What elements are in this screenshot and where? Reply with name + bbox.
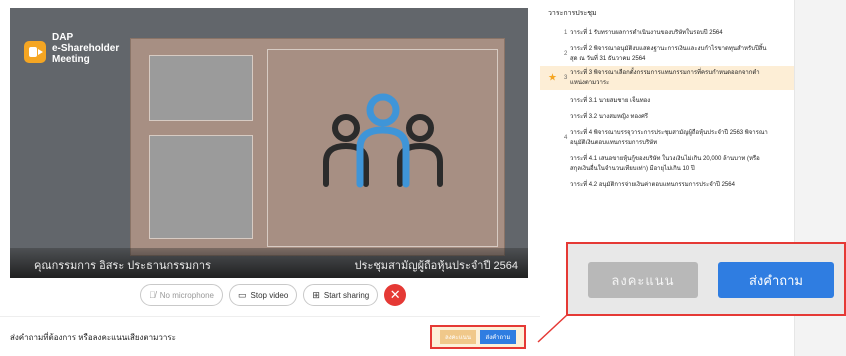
agenda-item[interactable]: 2 วาระที่ 2 พิจารณาอนุมัติงบแสดงฐานะการเ…: [540, 42, 794, 66]
question-prompt: ส่งคำถามที่ต้องการ หรือลงคะแนนเสียงตามวา…: [10, 333, 176, 342]
logo-line-2: e-Shareholder: [52, 43, 120, 54]
logo-line-3: Meeting: [52, 54, 90, 65]
agenda-number: 2: [564, 51, 568, 57]
agenda-line: วาระที่ 2 พิจารณาอนุมัติงบแสดงฐานะการเงิ…: [570, 46, 767, 52]
vote-panel-zoom: ลงคะแนน ส่งคำถาม: [566, 242, 846, 316]
agenda-title: วาระการประชุม: [548, 10, 597, 17]
agenda-line: วาระที่ 1 รับทราบผลการดำเนินงานของบริษัท…: [570, 30, 723, 36]
agenda-line: วาระที่ 3.1 นายสมชาย เจ็นทอง: [570, 98, 651, 104]
participant-tile-2: [149, 135, 253, 239]
agenda-line: วาระที่ 4 พิจารณาบรรจุวาระการประชุมสามัญ…: [570, 130, 768, 136]
vote-button-small[interactable]: ลงคะแนน: [440, 330, 476, 344]
microphone-button[interactable]: 🎙̸ No microphone: [140, 284, 223, 306]
start-sharing-button[interactable]: ⊞ Start sharing: [303, 284, 379, 306]
agenda-number: 4: [564, 135, 568, 141]
video-logo-icon: [24, 41, 46, 63]
question-actions-highlight: ลงคะแนน ส่งคำถาม: [430, 325, 526, 349]
call-controls: 🎙̸ No microphone ▭ Stop video ⊞ Start sh…: [140, 284, 407, 306]
agenda-line: วาระที่ 4.2 อนุมัติการจ่ายเงินค่าตอบแทนก…: [570, 182, 735, 188]
participant-tile-1: [149, 55, 253, 121]
agenda-item[interactable]: วาระที่ 4.2 อนุมัติการจ่ายเงินค่าตอบแทนก…: [540, 178, 794, 192]
video-stream: DAP e-Shareholder Meeting คุณกรรมการ อิส…: [10, 8, 528, 278]
participant-grid: [130, 38, 505, 256]
microphone-label: No microphone: [159, 290, 214, 300]
agenda-line: สกุลเงินอื่นในจำนวนเทียบเท่า) มีอายุไม่เ…: [570, 166, 695, 172]
agenda-item[interactable]: วาระที่ 3.2 นางสมหญิง ทองศรี: [540, 110, 794, 124]
send-question-button-small[interactable]: ส่งคำถาม: [480, 330, 516, 344]
agenda-item[interactable]: 1 วาระที่ 1 รับทราบผลการดำเนินงานของบริษ…: [540, 26, 794, 40]
meeting-title: ประชุมสามัญผู้ถือหุ้นประจำปี 2564: [354, 260, 518, 272]
question-bar: ส่งคำถามที่ต้องการ หรือลงคะแนนเสียงตามวา…: [0, 316, 540, 356]
vote-button[interactable]: ลงคะแนน: [588, 262, 698, 298]
logo-line-1: DAP: [52, 32, 74, 43]
screen-share-icon: ⊞: [312, 289, 320, 300]
agenda-number: 1: [564, 30, 568, 36]
app-logo: DAP e-Shareholder Meeting: [24, 32, 119, 65]
agenda-line: แหน่งตามวาระ: [570, 80, 610, 86]
agenda-item[interactable]: วาระที่ 4.1 เสนอขายหุ้นกู้ของบริษัท ในวง…: [540, 152, 794, 176]
agenda-line: วาระที่ 3.2 นางสมหญิง ทองศรี: [570, 114, 649, 120]
stop-video-button[interactable]: ▭ Stop video: [229, 284, 298, 306]
microphone-off-icon: 🎙̸: [149, 289, 156, 300]
end-call-icon: ✕: [389, 287, 401, 303]
people-group-icon: [323, 93, 443, 188]
agenda-line: วาระที่ 4.1 เสนอขายหุ้นกู้ของบริษัท ในวง…: [570, 156, 760, 162]
star-icon: ★: [548, 72, 557, 84]
video-panel: DAP e-Shareholder Meeting คุณกรรมการ อิส…: [0, 0, 540, 356]
video-caption-bar: คุณกรรมการ อิสระ ประธานกรรมการ ประชุมสาม…: [10, 248, 528, 278]
agenda-line: สุด ณ วันที่ 31 ธันวาคม 2564: [570, 56, 646, 62]
speaker-name: คุณกรรมการ อิสระ ประธานกรรมการ: [34, 260, 211, 272]
meeting-page: DAP e-Shareholder Meeting คุณกรรมการ อิส…: [0, 0, 846, 356]
agenda-line: วาระที่ 3 พิจารณาเลือกตั้งกรรมการแทนกรรม…: [570, 70, 760, 76]
end-call-button[interactable]: ✕: [384, 284, 407, 306]
send-question-button[interactable]: ส่งคำถาม: [718, 262, 834, 298]
video-camera-icon: ▭: [238, 289, 247, 300]
stop-video-label: Stop video: [250, 290, 289, 300]
agenda-item[interactable]: 4 วาระที่ 4 พิจารณาบรรจุวาระการประชุมสาม…: [540, 126, 794, 150]
agenda-number: 3: [564, 75, 568, 81]
start-sharing-label: Start sharing: [323, 290, 370, 300]
participant-tile-main: [267, 49, 498, 247]
agenda-line: อนุมัติเงินตอบแทนกรรมการบริษัท: [570, 140, 658, 146]
agenda-item[interactable]: วาระที่ 3.1 นายสมชาย เจ็นทอง: [540, 94, 794, 108]
agenda-item-current[interactable]: ★ 3 วาระที่ 3 พิจารณาเลือกตั้งกรรมการแทน…: [540, 66, 794, 90]
